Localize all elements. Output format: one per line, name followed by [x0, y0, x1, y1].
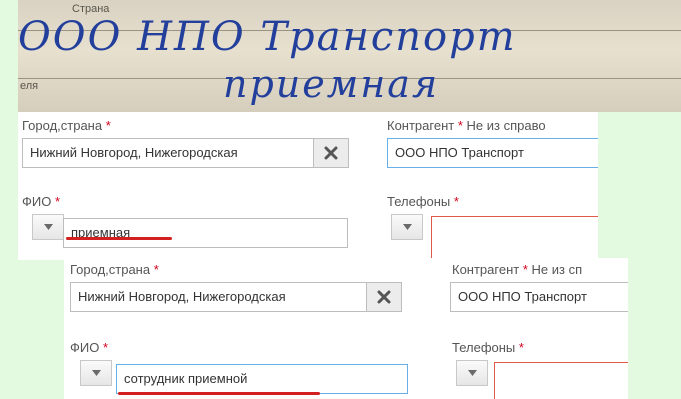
contractor-field[interactable]: ООО НПО Транспорт: [450, 282, 628, 312]
fio-field[interactable]: приемная: [63, 218, 348, 248]
fio-field[interactable]: сотрудник приемной: [116, 364, 408, 394]
close-icon: [324, 146, 338, 160]
phones-field[interactable]: [431, 216, 598, 260]
chevron-down-icon: [467, 370, 477, 376]
photo-printed-label-partial: еля: [20, 80, 39, 92]
chevron-down-icon: [91, 370, 101, 376]
photo-handwritten-company: ООО НПО Транспорт: [18, 14, 517, 60]
phones-type-dropdown[interactable]: [456, 360, 488, 386]
contractor-field[interactable]: ООО НПО Транспорт: [387, 138, 598, 168]
chevron-down-icon: [402, 224, 412, 230]
contractor-label: Контрагент * Не из сп: [452, 262, 583, 277]
city-label: Город,страна *: [22, 118, 111, 133]
chevron-down-icon: [43, 224, 53, 230]
phones-label: Телефоны *: [387, 194, 459, 209]
clear-city-button[interactable]: [366, 282, 402, 312]
highlight-underline: [66, 237, 172, 240]
handwritten-form-photo: Страна еля ООО НПО Транспорт приемная: [18, 0, 681, 112]
form-before-panel: Город,страна * Нижний Новгород, Нижегоро…: [18, 112, 598, 260]
fio-type-dropdown[interactable]: [32, 214, 64, 240]
photo-handwritten-reception: приемная: [223, 62, 440, 106]
phones-type-dropdown[interactable]: [391, 214, 423, 240]
city-label: Город,страна *: [70, 262, 159, 277]
phones-label: Телефоны *: [452, 340, 524, 355]
phones-field[interactable]: [494, 362, 628, 399]
fio-label: ФИО *: [70, 340, 109, 355]
close-icon: [377, 290, 391, 304]
contractor-label: Контрагент * Не из справо: [387, 118, 546, 133]
city-field[interactable]: Нижний Новгород, Нижегородская: [22, 138, 318, 168]
fio-label: ФИО *: [22, 194, 61, 209]
city-field[interactable]: Нижний Новгород, Нижегородская: [70, 282, 370, 312]
fio-type-dropdown[interactable]: [80, 360, 112, 386]
highlight-underline: [118, 392, 320, 395]
form-after-panel: Город,страна * Нижний Новгород, Нижегоро…: [64, 258, 628, 399]
clear-city-button[interactable]: [313, 138, 349, 168]
